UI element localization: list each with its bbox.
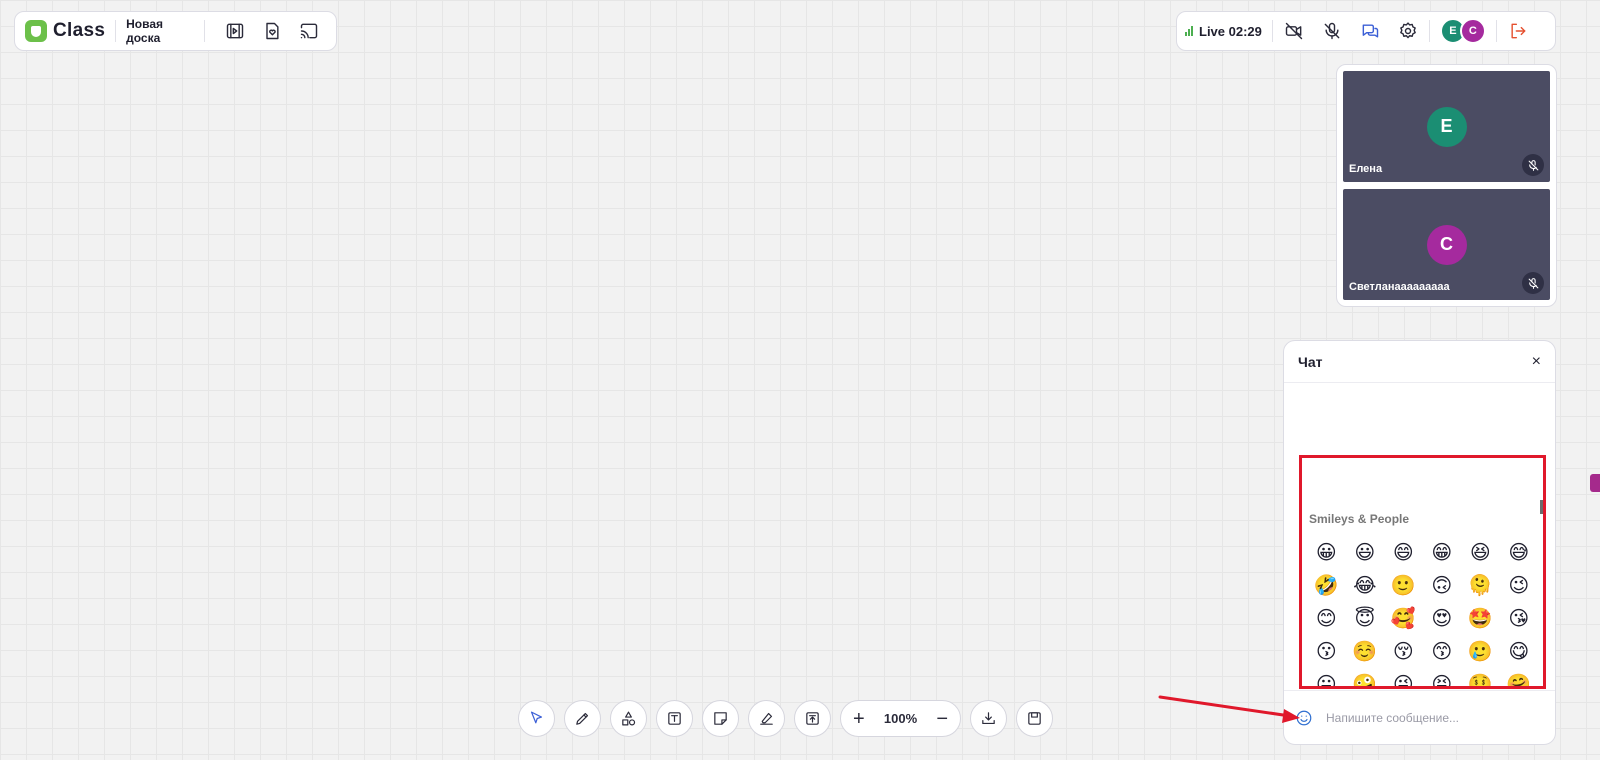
emoji-item[interactable]: 🙃 — [1423, 569, 1462, 602]
logo-text: Class — [53, 20, 106, 41]
emoji-picker[interactable]: Smileys & People 😀 😃 😄 😁 😆 😅 🤣 😂 🙂 🙃 🫠 😉 😊 😇 🥰 😍 🤩 😘 😗 ☺️ 😚 😙… — [1299, 455, 1546, 689]
live-indicator: Live 02:29 — [1185, 24, 1270, 39]
bottom-toolbar: + 100% − — [518, 700, 1053, 737]
emoji-item[interactable]: 😊 — [1307, 602, 1346, 635]
emoji-item[interactable]: 🤩 — [1461, 602, 1500, 635]
camera-off-icon[interactable] — [1275, 15, 1313, 47]
emoji-item[interactable]: 😃 — [1346, 536, 1385, 569]
chat-icon[interactable] — [1351, 15, 1389, 47]
close-icon[interactable]: × — [1532, 353, 1541, 370]
zoom-out-button[interactable]: − — [936, 709, 948, 729]
emoji-item[interactable]: 😂 — [1346, 569, 1385, 602]
emoji-item[interactable]: 🤣 — [1307, 569, 1346, 602]
leave-icon[interactable] — [1499, 15, 1537, 47]
emoji-item[interactable]: 😉 — [1500, 569, 1539, 602]
emoji-item[interactable]: 😘 — [1500, 602, 1539, 635]
emoji-item[interactable]: 😇 — [1346, 602, 1385, 635]
signal-icon — [1185, 26, 1193, 36]
mic-off-icon — [1522, 272, 1544, 294]
emoji-grid: 😀 😃 😄 😁 😆 😅 🤣 😂 🙂 🙃 🫠 😉 😊 😇 🥰 😍 🤩 😘 😗 ☺️ 😚 😙 🥲 😋 😛 🤪 😜 😝 🤑 🤗 — [1307, 536, 1539, 686]
gear-icon[interactable] — [1389, 15, 1427, 47]
divider — [1495, 20, 1497, 42]
smile-icon[interactable] — [1294, 708, 1314, 728]
divider — [1271, 20, 1273, 42]
emoji-item[interactable]: 😆 — [1461, 536, 1500, 569]
app-logo[interactable]: Class — [25, 20, 105, 42]
emoji-item[interactable]: 😜 — [1384, 668, 1423, 686]
mic-off-icon — [1522, 154, 1544, 176]
video-tile[interactable]: Е Елена — [1343, 71, 1550, 182]
zoom-in-button[interactable]: + — [853, 709, 865, 729]
emoji-item[interactable]: 🤑 — [1461, 668, 1500, 686]
pencil-icon[interactable] — [564, 700, 601, 737]
cast-icon[interactable] — [291, 15, 326, 47]
emoji-item[interactable]: 😍 — [1423, 602, 1462, 635]
emoji-item[interactable]: 😚 — [1384, 635, 1423, 668]
select-pointer-icon[interactable] — [518, 700, 555, 737]
video-library-icon[interactable] — [217, 15, 252, 47]
shapes-icon[interactable] — [610, 700, 647, 737]
emoji-item[interactable]: 😙 — [1423, 635, 1462, 668]
message-input[interactable] — [1326, 710, 1545, 725]
chat-input-row — [1284, 690, 1555, 744]
emoji-item[interactable]: 🥲 — [1461, 635, 1500, 668]
emoji-item[interactable]: 🥰 — [1384, 602, 1423, 635]
emoji-item[interactable]: 🙂 — [1384, 569, 1423, 602]
board-name[interactable]: Новая доска — [126, 17, 194, 45]
emoji-item[interactable]: 😀 — [1307, 536, 1346, 569]
divider — [115, 20, 117, 42]
emoji-item[interactable]: 😝 — [1423, 668, 1462, 686]
download-icon[interactable] — [970, 700, 1007, 737]
chat-header: Чат × — [1284, 341, 1555, 383]
emoji-category-label: Smileys & People — [1309, 512, 1410, 526]
session-controls: Live 02:29 E C — [1176, 11, 1556, 51]
live-timer: Live 02:29 — [1199, 23, 1262, 39]
emoji-item[interactable]: ☺️ — [1346, 635, 1385, 668]
divider — [1428, 20, 1430, 42]
upload-icon[interactable] — [794, 700, 831, 737]
logo-mark-icon — [25, 20, 47, 42]
heart-document-icon[interactable] — [254, 15, 289, 47]
zoom-level: 100% — [883, 711, 918, 726]
video-panel: Е Елена С Светланааааааааа — [1336, 64, 1557, 307]
chat-panel: Чат × Smileys & People 😀 😃 😄 😁 😆 😅 🤣 😂 🙂 🙃 🫠 😉 😊 😇 🥰 😍 🤩… — [1283, 340, 1556, 745]
avatar: С — [1426, 224, 1467, 265]
sticky-note-icon[interactable] — [702, 700, 739, 737]
chat-title: Чат — [1298, 353, 1323, 370]
video-tile[interactable]: С Светланааааааааа — [1343, 189, 1550, 300]
participant-name: Елена — [1349, 163, 1383, 175]
emoji-item[interactable]: 🤗 — [1500, 668, 1539, 686]
avatar: C — [1459, 18, 1486, 44]
text-icon[interactable] — [656, 700, 693, 737]
participant-avatars[interactable]: E C — [1439, 18, 1486, 44]
emoji-item[interactable]: 😛 — [1307, 668, 1346, 686]
save-icon[interactable] — [1016, 700, 1053, 737]
side-panel-tab[interactable] — [1590, 474, 1600, 492]
eraser-icon[interactable] — [748, 700, 785, 737]
emoji-item[interactable]: 🤪 — [1346, 668, 1385, 686]
emoji-item[interactable]: 😁 — [1423, 536, 1462, 569]
emoji-item[interactable]: 😋 — [1500, 635, 1539, 668]
board-header: Class Новая доска — [14, 11, 337, 51]
emoji-item[interactable]: 😗 — [1307, 635, 1346, 668]
divider — [204, 20, 206, 42]
emoji-item[interactable]: 😄 — [1384, 536, 1423, 569]
avatar: Е — [1426, 106, 1467, 147]
mic-off-icon[interactable] — [1313, 15, 1351, 47]
scrollbar[interactable] — [1540, 500, 1543, 514]
zoom-control: + 100% − — [840, 700, 961, 737]
emoji-item[interactable]: 🫠 — [1461, 569, 1500, 602]
emoji-item[interactable]: 😅 — [1500, 536, 1539, 569]
participant-name: Светланааааааааа — [1349, 281, 1450, 293]
